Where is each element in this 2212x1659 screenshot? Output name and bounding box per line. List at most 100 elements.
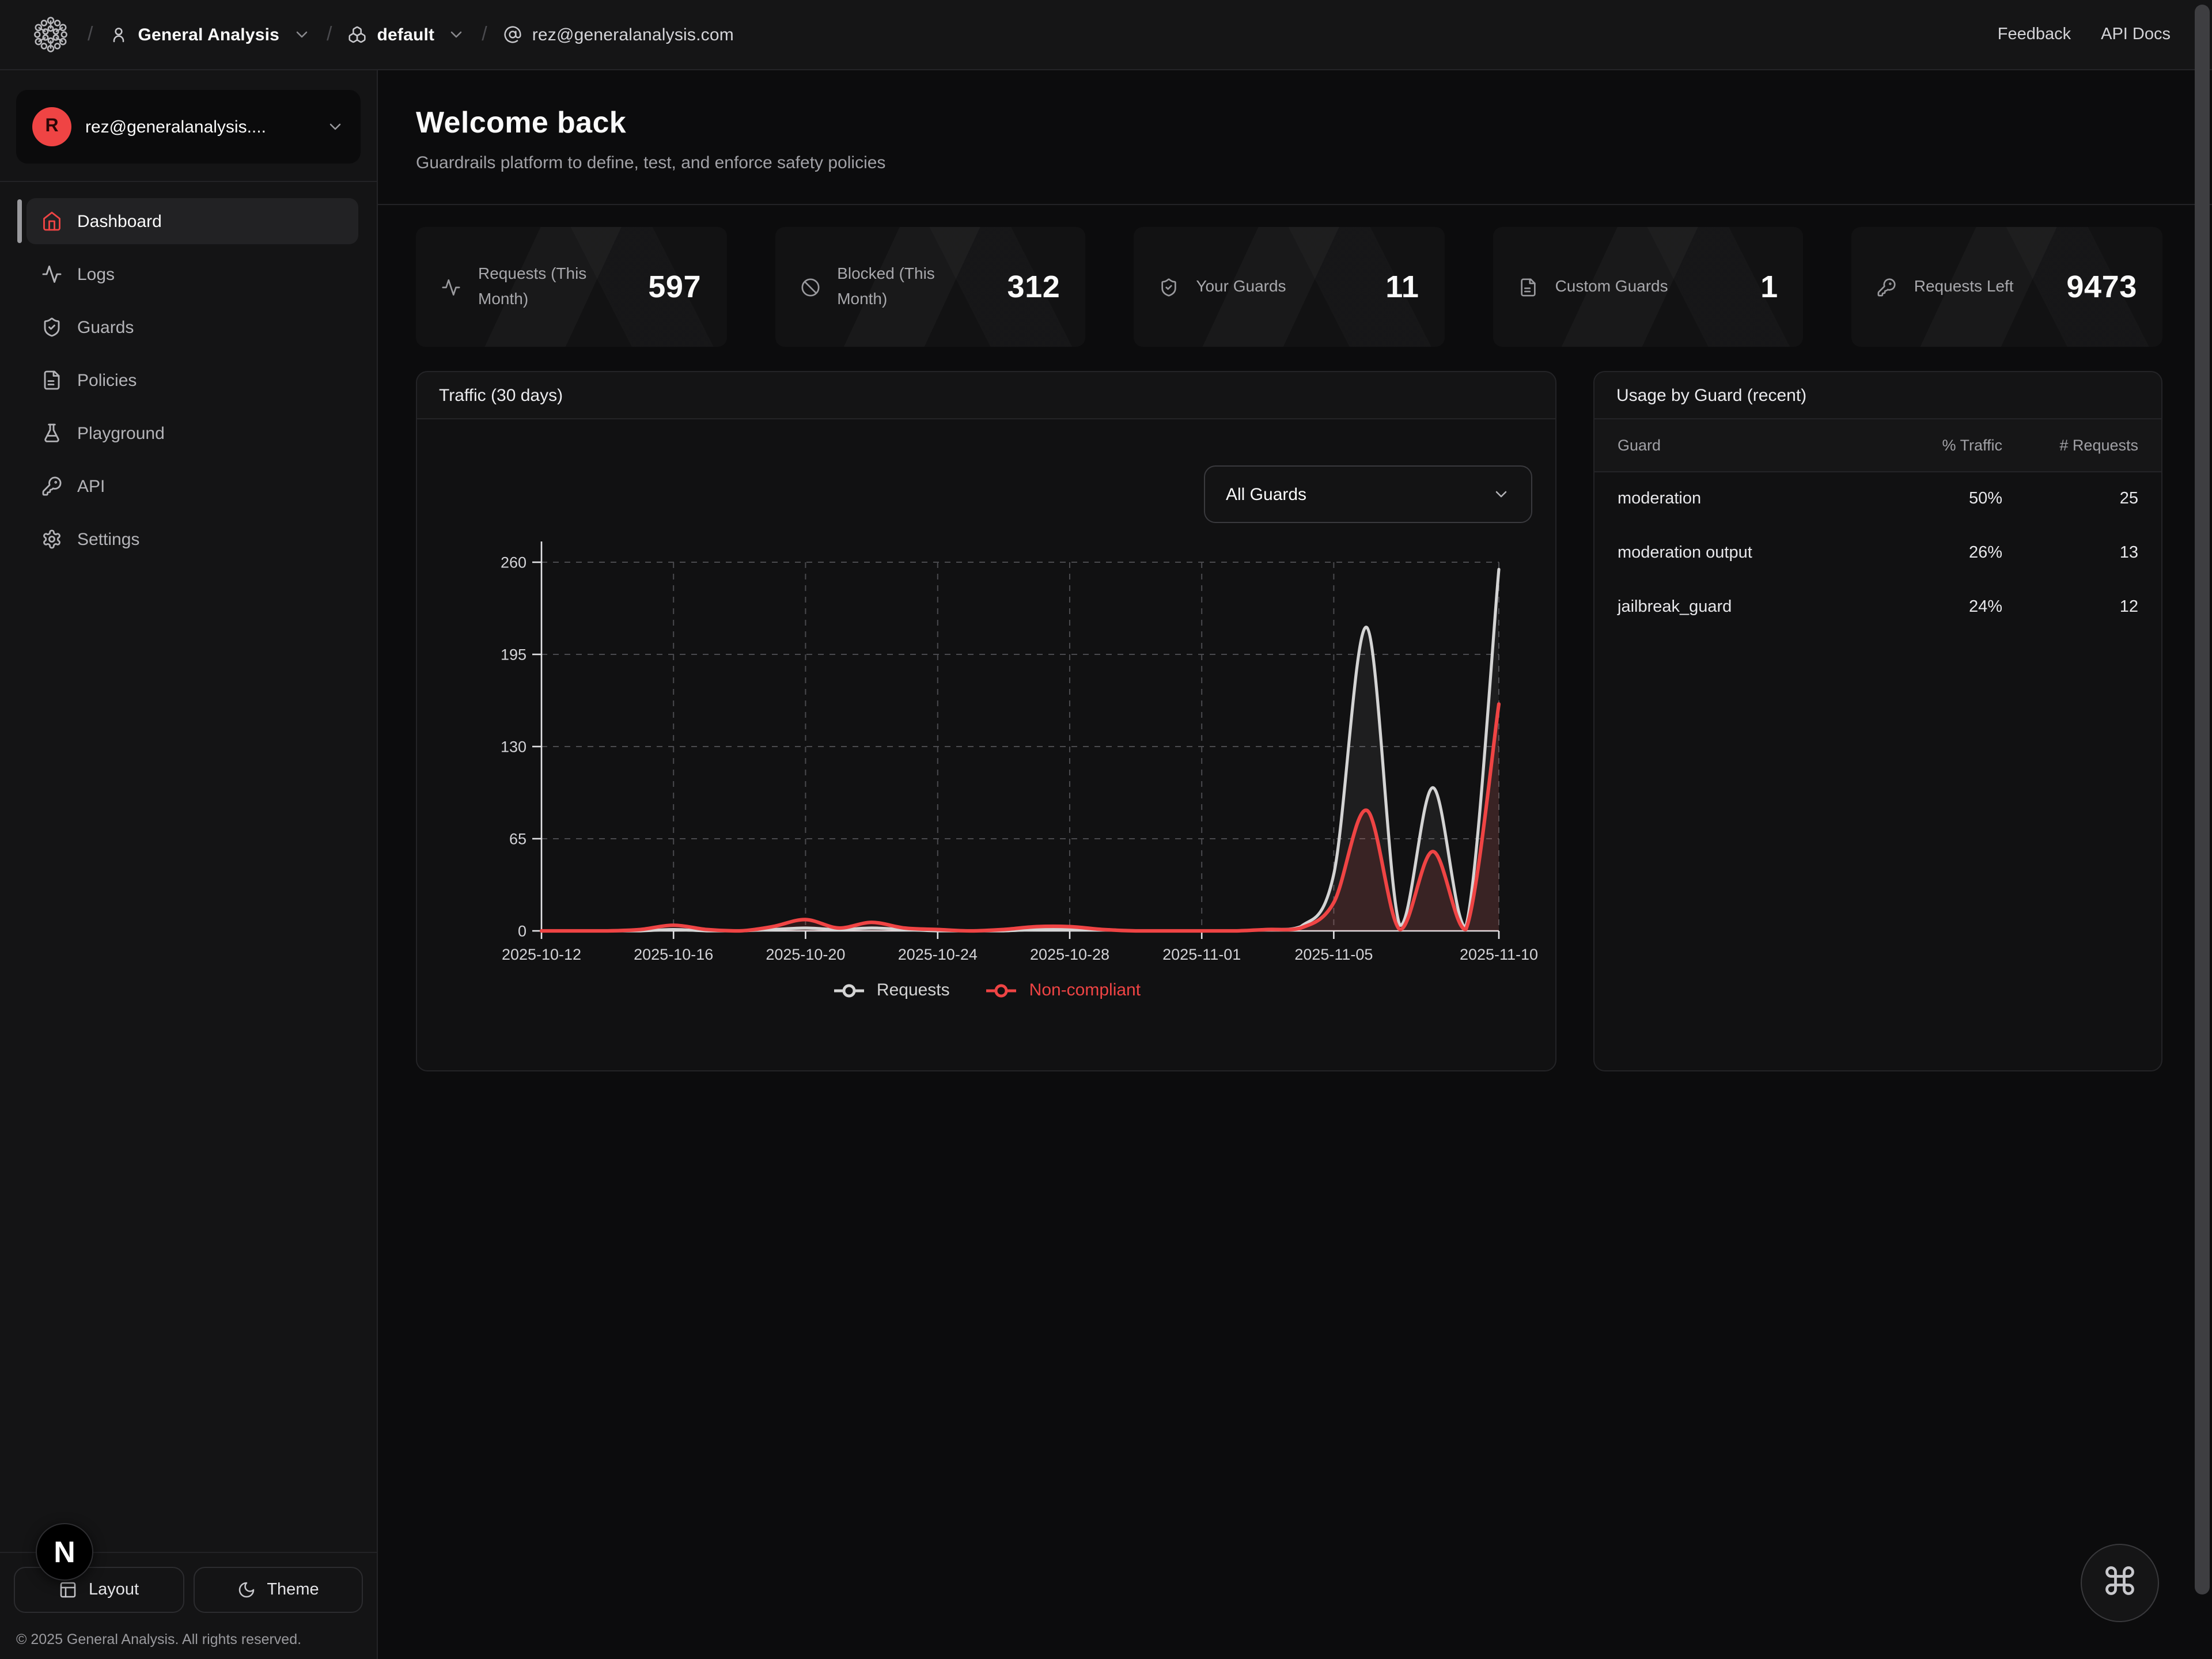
- nextjs-dev-badge[interactable]: N: [36, 1523, 93, 1581]
- stat-label: Custom Guards: [1555, 274, 1668, 299]
- sidebar-item-api[interactable]: API: [26, 463, 358, 509]
- legend-marker-icon: [832, 982, 866, 998]
- usage-table-row: moderation output26%13: [1594, 525, 2161, 579]
- sidebar-item-dashboard[interactable]: Dashboard: [26, 198, 358, 244]
- sidebar-item-policies[interactable]: Policies: [26, 357, 358, 403]
- theme-button-label: Theme: [267, 1581, 319, 1599]
- stat-value: 1: [1760, 269, 1778, 305]
- usage-guard-name: moderation: [1594, 471, 1878, 525]
- sidebar-item-label: Settings: [77, 529, 139, 549]
- svg-text:2025-10-20: 2025-10-20: [766, 946, 845, 963]
- sidebar: R rez@generalanalysis.... Dashboard Logs G…: [0, 70, 378, 1659]
- stat-info: Custom Guards: [1518, 274, 1668, 299]
- breadcrumb-project-button[interactable]: default: [349, 25, 466, 44]
- stat-value: 11: [1385, 269, 1419, 305]
- topbar-links: Feedback API Docs: [1998, 25, 2171, 44]
- sidebar-item-guards[interactable]: Guards: [26, 304, 358, 350]
- usage-traffic-pct: 50%: [1878, 471, 2025, 525]
- stat-label: Requests Left: [1914, 274, 2014, 299]
- command-palette-button[interactable]: [2081, 1544, 2159, 1622]
- flask-icon: [41, 423, 62, 444]
- layout-button-label: Layout: [89, 1581, 139, 1599]
- traffic-chart-area: All Guards 0651301952602025-10-122025-10…: [417, 419, 1555, 1070]
- guard-filter-select[interactable]: All Guards: [1204, 465, 1532, 523]
- sidebar-item-label: Dashboard: [77, 211, 162, 231]
- svg-text:2025-10-24: 2025-10-24: [898, 946, 978, 963]
- user-email: rez@generalanalysis.com: [532, 25, 734, 44]
- stats-row: Requests (This Month)597 Blocked (This Mo…: [416, 227, 2162, 347]
- svg-text:195: 195: [501, 646, 527, 664]
- layout-button[interactable]: Layout: [14, 1567, 184, 1613]
- usage-card-title: Usage by Guard (recent): [1616, 385, 1806, 405]
- stat-tile: Your Guards 11: [1134, 227, 1444, 347]
- page-title: Welcome back: [416, 105, 2174, 141]
- org-name: General Analysis: [138, 25, 279, 44]
- sidebar-item-settings[interactable]: Settings: [26, 516, 358, 562]
- theme-button[interactable]: Theme: [193, 1567, 363, 1613]
- stat-info: Requests (This Month): [441, 262, 626, 312]
- viewport: / General Analysis / default / rez@gener…: [0, 0, 2212, 1659]
- home-icon: [41, 211, 62, 232]
- svg-text:130: 130: [501, 738, 527, 756]
- sidebar-item-playground[interactable]: Playground: [26, 410, 358, 456]
- boxes-icon: [349, 25, 367, 44]
- file-text-icon: [41, 370, 62, 391]
- svg-text:2025-11-10: 2025-11-10: [1460, 946, 1538, 963]
- sidebar-item-label: Policies: [77, 370, 137, 390]
- copyright-text: © 2025 General Analysis. All rights rese…: [14, 1631, 363, 1647]
- account-menu-button[interactable]: R rez@generalanalysis....: [16, 90, 361, 164]
- svg-text:2025-11-01: 2025-11-01: [1162, 946, 1241, 963]
- usage-col-traffic: % Traffic: [1878, 419, 2025, 471]
- usage-table-row: moderation50%25: [1594, 471, 2161, 525]
- layout-icon: [59, 1581, 77, 1599]
- stat-tile: Requests (This Month)597: [416, 227, 726, 347]
- usage-table-row: jailbreak_guard24%12: [1594, 579, 2161, 634]
- breadcrumb-user-button[interactable]: rez@generalanalysis.com: [503, 25, 734, 44]
- stat-info: Blocked (This Month): [800, 262, 984, 312]
- traffic-card-header: Traffic (30 days): [417, 372, 1555, 419]
- feedback-link[interactable]: Feedback: [1998, 25, 2071, 44]
- app: / General Analysis / default / rez@gener…: [0, 0, 2212, 1659]
- svg-text:2025-11-05: 2025-11-05: [1294, 946, 1373, 963]
- ban-icon: [800, 277, 820, 297]
- svg-text:2025-10-28: 2025-10-28: [1030, 946, 1109, 963]
- breadcrumb: / General Analysis / default / rez@gener…: [88, 23, 734, 46]
- key-icon: [41, 476, 62, 497]
- breadcrumb-org-button[interactable]: General Analysis: [109, 25, 310, 44]
- guard-filter-value: All Guards: [1226, 484, 1306, 504]
- shield-check-icon: [41, 317, 62, 338]
- avatar: R: [32, 107, 71, 146]
- scrollbar-thumb[interactable]: [2195, 5, 2210, 1594]
- usage-table: Guard % Traffic # Requests moderation50%…: [1594, 419, 2161, 634]
- chevron-down-icon: [1492, 485, 1510, 503]
- activity-icon: [441, 277, 461, 297]
- svg-text:2025-10-12: 2025-10-12: [502, 946, 581, 963]
- sidebar-footer: N Layout Theme © 2025 General Analysis. …: [0, 1552, 377, 1659]
- breadcrumb-separator: /: [88, 23, 93, 46]
- breadcrumb-separator: /: [482, 23, 487, 46]
- project-name: default: [377, 25, 435, 44]
- sidebar-item-label: Guards: [77, 317, 134, 337]
- traffic-card: Traffic (30 days) All Guards 06513019526…: [416, 371, 1556, 1071]
- activity-icon: [41, 264, 62, 285]
- account-email: rez@generalanalysis....: [85, 117, 312, 137]
- api-docs-link[interactable]: API Docs: [2101, 25, 2171, 44]
- brand-logo-icon[interactable]: [32, 16, 69, 53]
- settings-icon: [41, 529, 62, 550]
- sidebar-nav: Dashboard Logs Guards Policies Playground API…: [0, 182, 377, 562]
- usage-guard-name: moderation output: [1594, 525, 1878, 579]
- at-sign-icon: [503, 25, 522, 44]
- stat-info: Your Guards: [1159, 274, 1286, 299]
- sidebar-item-logs[interactable]: Logs: [26, 251, 358, 297]
- usage-traffic-pct: 26%: [1878, 525, 2025, 579]
- svg-text:0: 0: [518, 923, 527, 940]
- welcome-header: Welcome back Guardrails platform to defi…: [378, 70, 2212, 205]
- usage-col-guard: Guard: [1594, 419, 1878, 471]
- usage-request-count: 13: [2025, 525, 2161, 579]
- svg-text:260: 260: [501, 554, 527, 571]
- dashboard-cards: Traffic (30 days) All Guards 06513019526…: [416, 371, 2162, 1071]
- key-icon: [1877, 277, 1897, 297]
- breadcrumb-separator: /: [327, 23, 332, 46]
- usage-card-header: Usage by Guard (recent): [1594, 372, 2161, 419]
- stat-value: 9473: [2066, 269, 2137, 305]
